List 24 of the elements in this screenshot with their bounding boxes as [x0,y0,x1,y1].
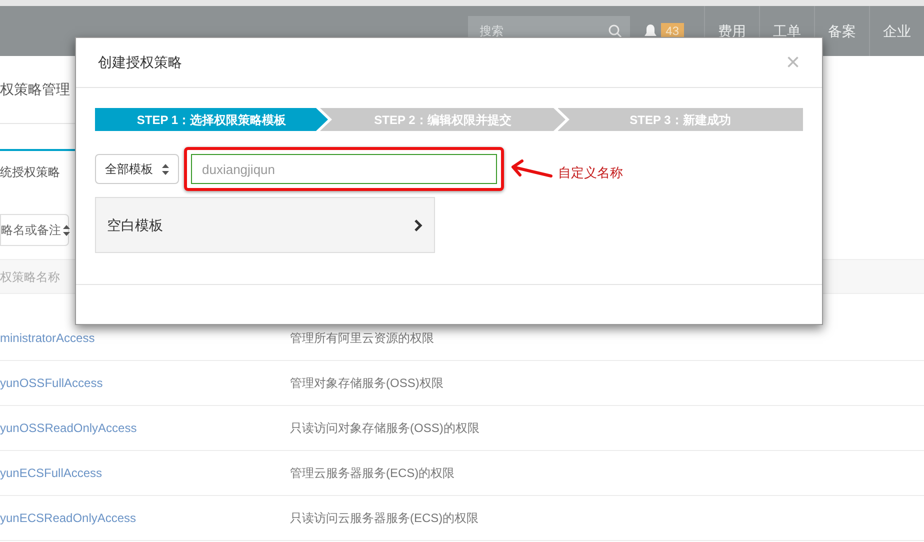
table-cell-text: 只读访问云服务器服务(ECS)的权限 [290,510,479,527]
policy-link[interactable]: yunECSReadOnlyAccess [0,509,290,527]
chevron-right-icon [414,218,423,232]
table-cell-text: 管理所有阿里云资源的权限 [290,330,434,347]
nav-link[interactable]: 企业 [869,6,924,56]
table-cell-text: 管理云服务器服务(ECS)的权限 [290,465,455,482]
template-select[interactable]: 全部模板 [95,154,179,184]
name-field[interactable]: duxiangjiqun [191,154,497,184]
search-icon[interactable] [608,24,622,38]
annotation-label: 自定义名称 [558,164,623,182]
page-title: 权策略管理 [0,80,70,99]
sort-arrows-icon [162,164,169,174]
policy-link[interactable]: ministratorAccess [0,329,290,347]
table-cell-text: 只读访问对象存储服务(OSS)的权限 [290,420,480,437]
policy-link[interactable]: yunOSSReadOnlyAccess [0,419,290,437]
column-header: 权策略名称 [0,268,60,286]
sort-arrows-icon [63,224,70,236]
filter-select[interactable]: 略名或备注 [0,214,69,246]
table-cell-text: 管理对象存储服务(OSS)权限 [290,375,444,392]
bell-icon[interactable] [644,24,657,38]
policy-link[interactable]: yunECSFullAccess [0,464,290,482]
dialog-title: 创建授权策略 [98,53,182,72]
policy-link[interactable]: yunOSSFullAccess [0,374,290,392]
template-card[interactable]: 空白模板 [95,197,435,253]
